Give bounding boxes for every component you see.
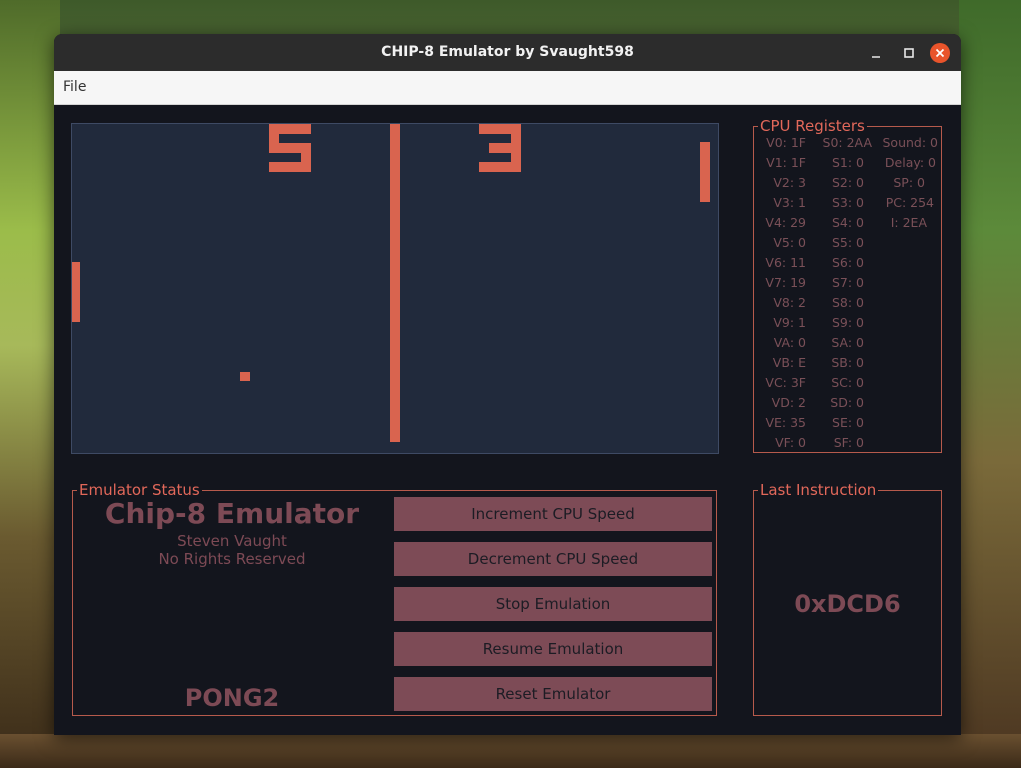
desktop-wallpaper-left <box>0 0 60 768</box>
cpu-registers-panel: CPU Registers V0: 1F V1: 1F V2: 3 V3: 1 … <box>753 118 942 453</box>
stack-s8: S8: 0 <box>831 295 864 310</box>
stack-s0: S0: 2AA <box>822 135 872 150</box>
register-v5: V5: 0 <box>773 235 806 250</box>
register-vd: VD: 2 <box>771 395 806 410</box>
register-v8: V8: 2 <box>773 295 806 310</box>
stack-se: SE: 0 <box>832 415 864 430</box>
stack-sa: SA: 0 <box>831 335 864 350</box>
stack-s7: S7: 0 <box>831 275 864 290</box>
minimize-icon[interactable] <box>866 43 886 63</box>
last-instruction-value: 0xDCD6 <box>794 590 901 618</box>
menu-item-file[interactable]: File <box>63 79 86 95</box>
right-paddle <box>700 142 710 202</box>
window-title: CHIP-8 Emulator by Svaught598 <box>381 44 634 60</box>
decrement-cpu-speed-button[interactable]: Decrement CPU Speed <box>394 542 712 576</box>
register-v0: V0: 1F <box>766 135 806 150</box>
reset-emulator-button[interactable]: Reset Emulator <box>394 677 712 711</box>
last-instruction-legend: Last Instruction <box>758 481 879 499</box>
register-ve: VE: 35 <box>765 415 806 430</box>
stack-s2: S2: 0 <box>831 175 864 190</box>
rom-name: PONG2 <box>184 684 280 712</box>
center-net <box>390 124 400 442</box>
emulator-status-legend: Emulator Status <box>77 481 202 499</box>
menu-bar: File <box>54 71 961 105</box>
desktop-wallpaper-bottom <box>0 734 1021 768</box>
register-v9: V9: 1 <box>773 315 806 330</box>
register-v3: V3: 1 <box>773 195 806 210</box>
program-counter: PC: 254 <box>885 195 934 210</box>
title-bar[interactable]: CHIP-8 Emulator by Svaught598 <box>54 34 961 71</box>
rights-text: No Rights Reserved <box>158 550 306 568</box>
last-instruction-panel: Last Instruction 0xDCD6 <box>753 482 942 716</box>
register-v1: V1: 1F <box>766 155 806 170</box>
register-v4: V4: 29 <box>765 215 806 230</box>
increment-cpu-speed-button[interactable]: Increment CPU Speed <box>394 497 712 531</box>
register-vb: VB: E <box>772 355 806 370</box>
score-left-digit <box>269 124 311 172</box>
cpu-registers-legend: CPU Registers <box>758 117 867 135</box>
register-vf: VF: 0 <box>775 435 806 450</box>
close-icon[interactable] <box>930 43 950 63</box>
emulator-window: CHIP-8 Emulator by Svaught598 File CPU R… <box>54 34 961 735</box>
stack-s9: S9: 0 <box>831 315 864 330</box>
stack-sb: SB: 0 <box>831 355 864 370</box>
author-name: Steven Vaught <box>177 532 287 550</box>
register-v6: V6: 11 <box>765 255 806 270</box>
delay-timer: Delay: 0 <box>884 155 936 170</box>
register-va: VA: 0 <box>773 335 806 350</box>
emulator-title: Chip-8 Emulator <box>104 497 360 530</box>
register-v2: V2: 3 <box>773 175 806 190</box>
stack-s4: S4: 0 <box>831 215 864 230</box>
stack-sc: SC: 0 <box>831 375 864 390</box>
register-v7: V7: 19 <box>765 275 806 290</box>
sound-timer: Sound: 0 <box>882 135 939 150</box>
stack-s6: S6: 0 <box>831 255 864 270</box>
game-display <box>71 123 719 454</box>
emulator-status-panel: Emulator Status Chip-8 Emulator Steven V… <box>72 482 717 716</box>
ball <box>240 372 250 381</box>
stack-s3: S3: 0 <box>831 195 864 210</box>
stack-pointer: SP: 0 <box>893 175 925 190</box>
stack-s1: S1: 0 <box>831 155 864 170</box>
desktop-wallpaper-right <box>959 0 1021 768</box>
stack-sd: SD: 0 <box>830 395 864 410</box>
stack-s5: S5: 0 <box>831 235 864 250</box>
stack-sf: SF: 0 <box>833 435 864 450</box>
left-paddle <box>72 262 80 322</box>
stop-emulation-button[interactable]: Stop Emulation <box>394 587 712 621</box>
resume-emulation-button[interactable]: Resume Emulation <box>394 632 712 666</box>
register-vc: VC: 3F <box>765 375 806 390</box>
score-right-digit <box>479 124 521 172</box>
index-register: I: 2EA <box>890 215 927 230</box>
maximize-icon[interactable] <box>899 43 919 63</box>
